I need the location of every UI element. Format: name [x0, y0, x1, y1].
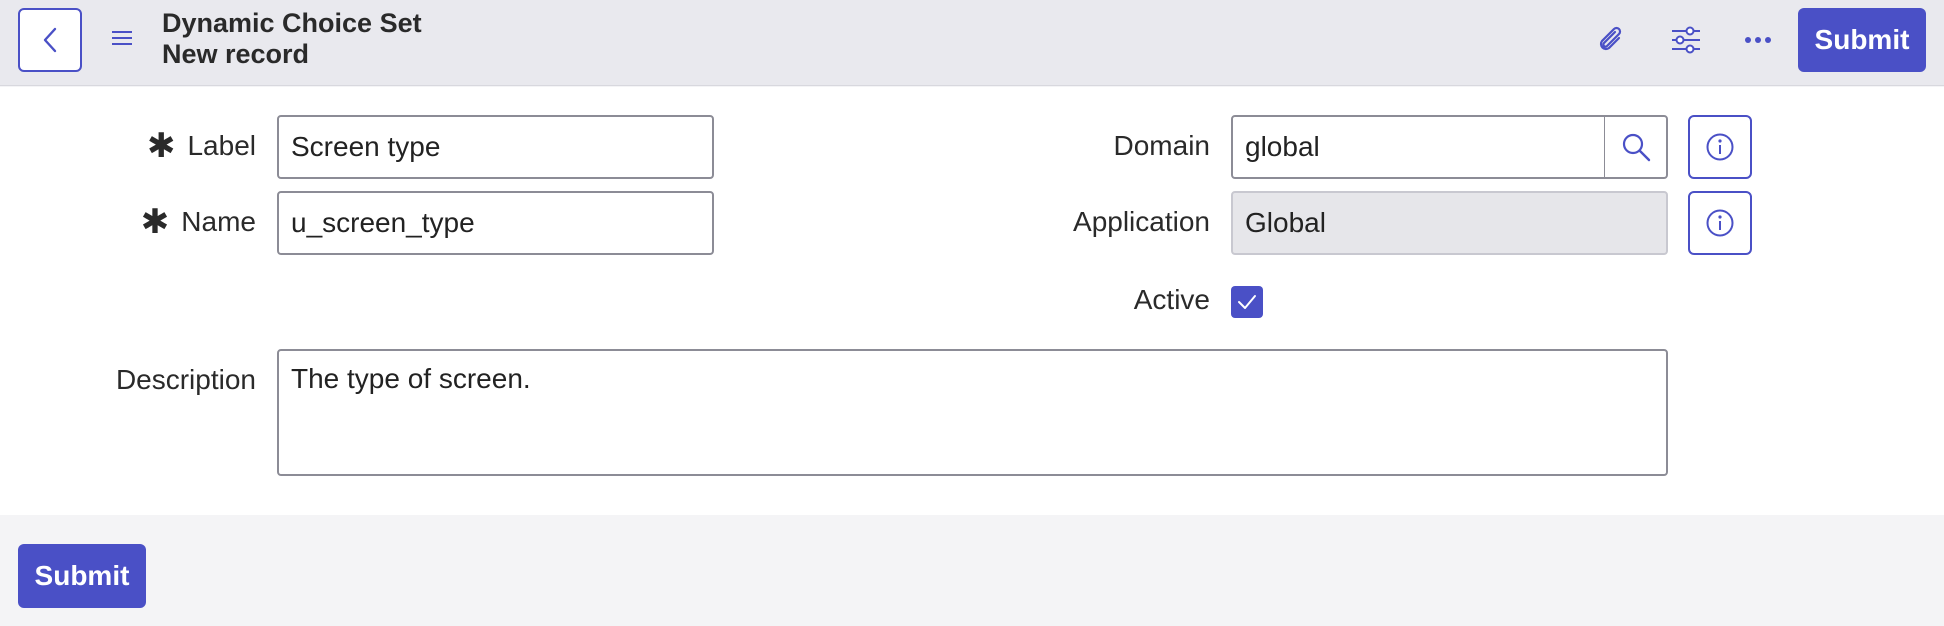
domain-lookup-button[interactable] — [1604, 115, 1668, 179]
page-title: Dynamic Choice Set New record — [162, 8, 422, 70]
search-icon — [1622, 133, 1650, 162]
label-input[interactable]: Screen type — [277, 115, 714, 179]
footer-submit-button[interactable]: Submit — [18, 544, 146, 608]
label-field-text: Label — [187, 130, 256, 161]
active-field-label: Active — [1133, 284, 1210, 315]
required-icon: ✱ — [146, 127, 176, 165]
form-header: Dynamic Choice Set New record Submit — [0, 0, 1944, 86]
application-info-button[interactable] — [1688, 191, 1752, 255]
record-form: ✱ Label Screen type ✱ Name u_screen_type… — [0, 87, 1944, 515]
personalize-form-button[interactable] — [1666, 20, 1706, 60]
domain-field-label: Domain — [1113, 130, 1210, 161]
description-textarea[interactable]: The type of screen. — [277, 349, 1668, 476]
back-button[interactable] — [18, 8, 82, 72]
checkmark-icon — [1238, 295, 1256, 309]
name-field-label: ✱ Name — [80, 191, 256, 253]
attachment-button[interactable] — [1592, 20, 1632, 60]
hamburger-icon — [112, 31, 132, 45]
name-field-text: Name — [181, 206, 256, 237]
required-icon: ✱ — [140, 203, 170, 241]
more-horizontal-icon — [1745, 37, 1771, 43]
name-input[interactable]: u_screen_type — [277, 191, 714, 255]
info-icon — [1706, 133, 1734, 161]
paperclip-icon — [1599, 26, 1622, 51]
header-submit-button[interactable]: Submit — [1798, 8, 1926, 72]
domain-info-button[interactable] — [1688, 115, 1752, 179]
active-checkbox[interactable] — [1231, 286, 1263, 318]
info-icon — [1706, 209, 1734, 237]
more-options-button[interactable] — [1738, 20, 1778, 60]
sliders-icon — [1672, 26, 1700, 54]
domain-input[interactable]: global — [1231, 115, 1606, 179]
record-table-title: Dynamic Choice Set — [162, 8, 422, 38]
record-subtitle: New record — [162, 39, 310, 69]
application-input: Global — [1231, 191, 1668, 255]
context-menu-button[interactable] — [106, 22, 138, 54]
label-field-label: ✱ Label — [80, 115, 256, 177]
application-field-label: Application — [1073, 206, 1210, 237]
description-field-label: Description — [115, 364, 256, 395]
chevron-left-icon — [43, 27, 57, 53]
